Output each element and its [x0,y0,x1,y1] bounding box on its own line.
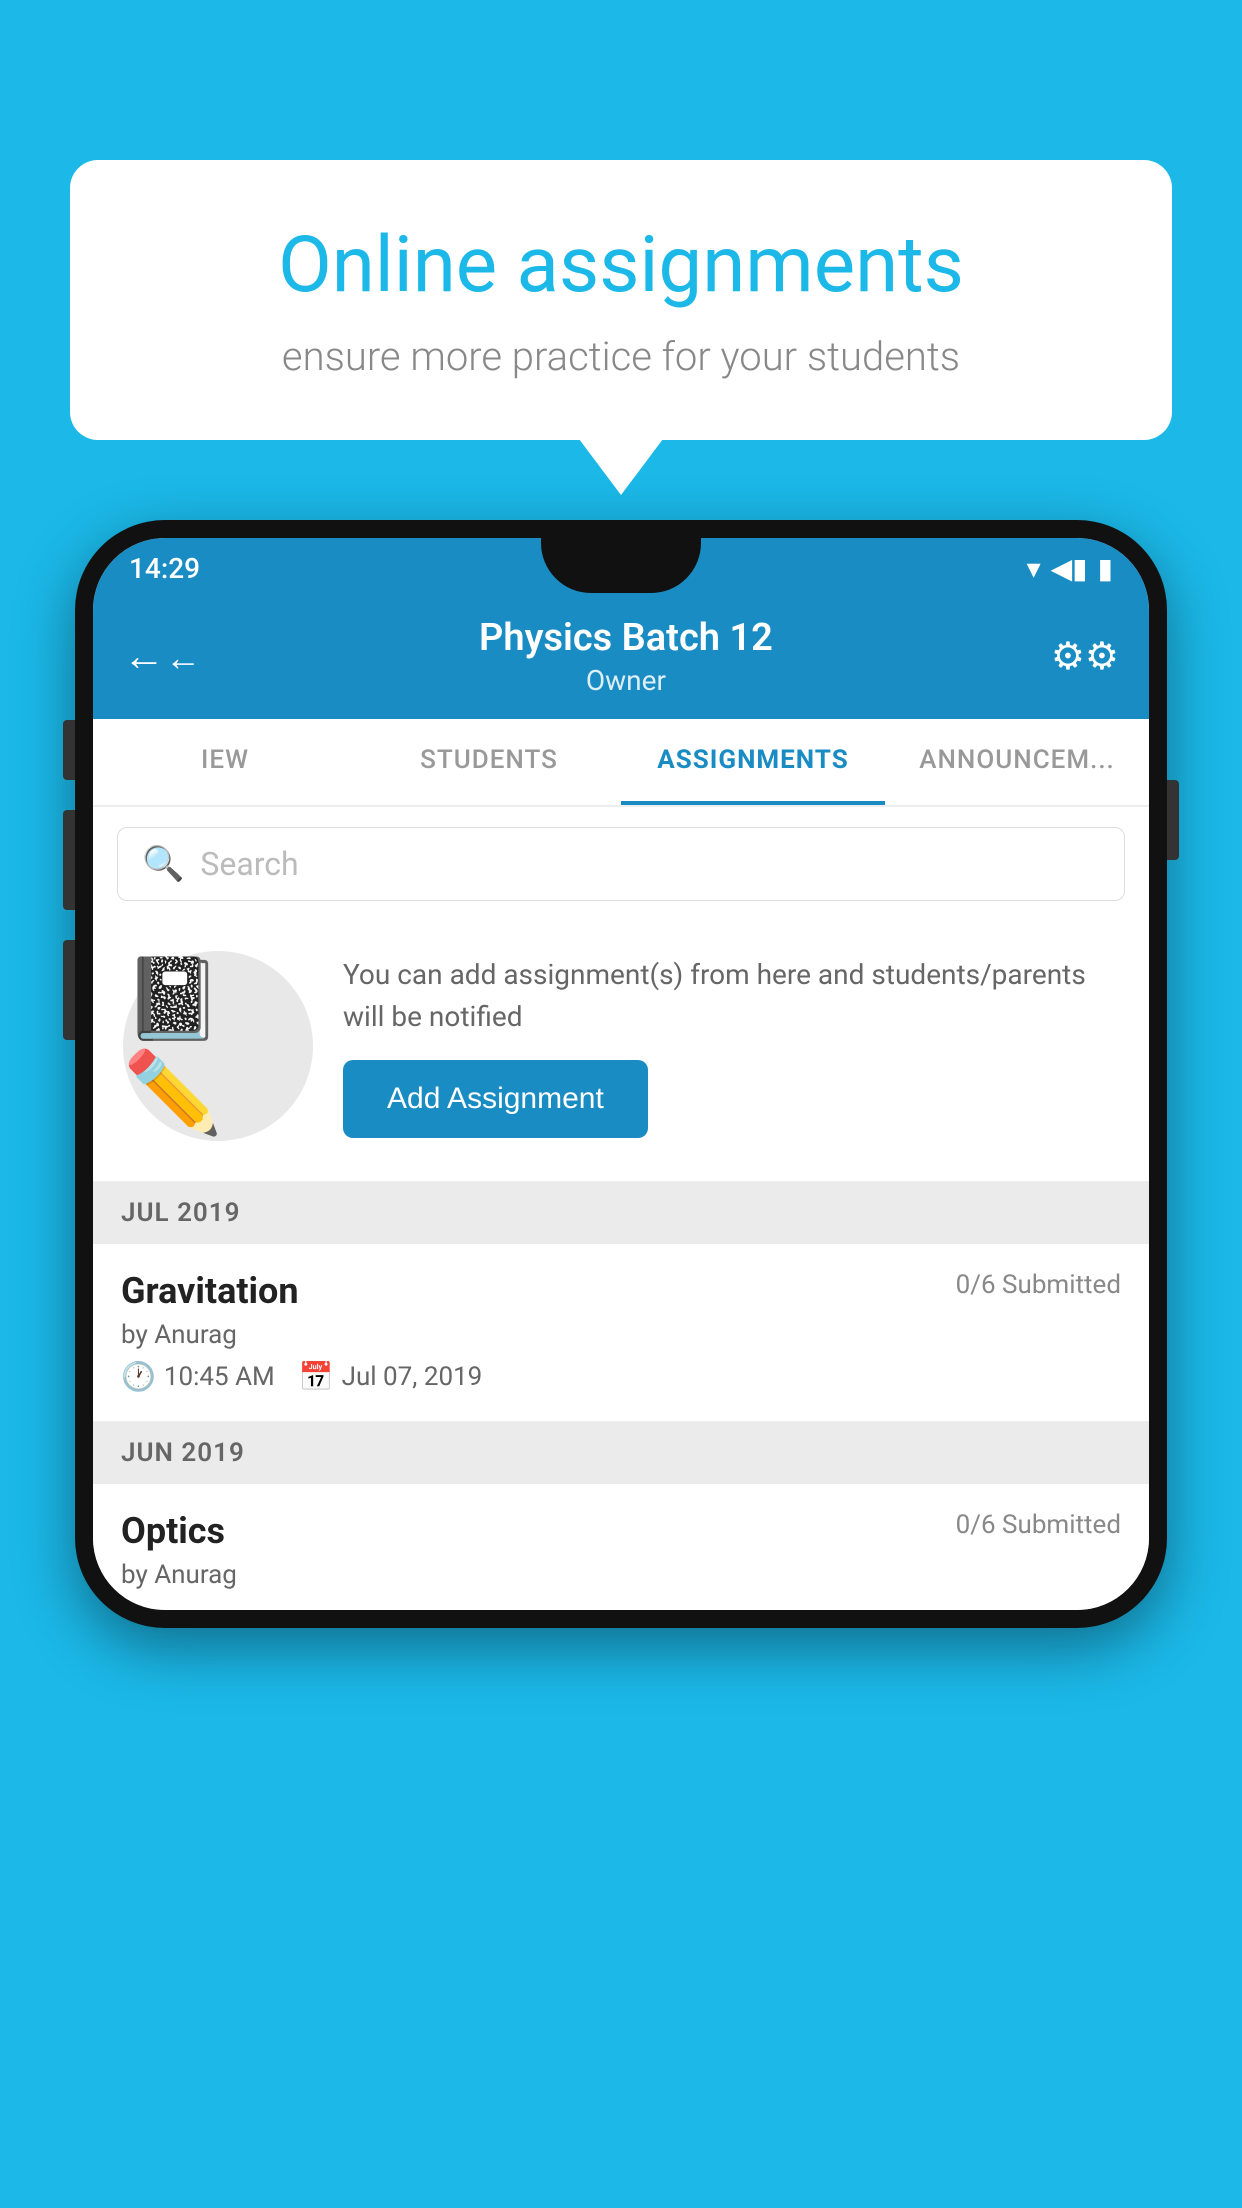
section-header-jul: JUL 2019 [93,1182,1149,1244]
battery-icon: ▮ [1098,552,1113,585]
phone-notch [541,538,701,593]
assignment-meta: 🕐 10:45 AM 📅 Jul 07, 2019 [121,1360,1121,1393]
assignment-top-optics: Optics 0/6 Submitted [121,1510,1121,1552]
bubble-subtitle: ensure more practice for your students [150,333,1092,380]
header-title-block: Physics Batch 12 Owner [479,616,773,697]
assignment-submitted: 0/6 Submitted [956,1270,1121,1300]
tab-announcements[interactable]: ANNOUNCEM... [885,719,1149,805]
promo-card: Online assignments ensure more practice … [70,160,1172,440]
assignment-time: 🕐 10:45 AM [121,1360,275,1393]
assignment-name-optics: Optics [121,1510,225,1552]
calendar-icon: 📅 [299,1360,334,1393]
assignment-top: Gravitation 0/6 Submitted [121,1270,1121,1312]
phone-side-right [1167,780,1179,860]
app-header: ← Physics Batch 12 Owner ⚙ [93,598,1149,719]
assignment-item-gravitation[interactable]: Gravitation 0/6 Submitted by Anurag 🕐 10… [93,1244,1149,1422]
tab-students[interactable]: STUDENTS [357,719,621,805]
assignment-item-optics[interactable]: Optics 0/6 Submitted by Anurag [93,1484,1149,1610]
assignment-submitted-optics: 0/6 Submitted [956,1510,1121,1540]
phone-side-left-2 [63,810,75,910]
search-input[interactable]: Search [200,845,298,883]
speech-bubble: Online assignments ensure more practice … [70,160,1172,440]
notebook-icon: 📓✏️ [123,952,313,1140]
phone-mockup: 14:29 ▾ ◀▮ ▮ ← Physics Batch 12 Owner ⚙ … [75,520,1167,1628]
empty-state-right: You can add assignment(s) from here and … [343,954,1119,1138]
add-assignment-button[interactable]: Add Assignment [343,1060,648,1138]
wifi-icon: ▾ [1027,552,1041,585]
empty-state-icon-circle: 📓✏️ [123,951,313,1141]
search-bar[interactable]: 🔍 Search [117,827,1125,901]
search-icon: 🔍 [142,844,184,884]
assignment-by-optics: by Anurag [121,1560,1121,1590]
settings-button[interactable]: ⚙ [1051,634,1119,679]
phone-side-left-3 [63,940,75,1040]
empty-state-description: You can add assignment(s) from here and … [343,954,1119,1038]
assignment-date: 📅 Jul 07, 2019 [299,1360,483,1393]
tab-assignments[interactable]: ASSIGNMENTS [621,719,885,805]
header-title: Physics Batch 12 [479,616,773,660]
assignment-time-value: 10:45 AM [164,1362,275,1392]
back-button[interactable]: ← [123,632,201,681]
phone-body: 14:29 ▾ ◀▮ ▮ ← Physics Batch 12 Owner ⚙ … [75,520,1167,1628]
clock-icon: 🕐 [121,1360,156,1393]
empty-state-section: 📓✏️ You can add assignment(s) from here … [93,921,1149,1182]
assignment-date-value: Jul 07, 2019 [342,1362,483,1392]
status-icons: ▾ ◀▮ ▮ [1027,552,1113,585]
bubble-title: Online assignments [150,220,1092,311]
search-container: 🔍 Search [93,807,1149,921]
tab-iew[interactable]: IEW [93,719,357,805]
assignment-by: by Anurag [121,1320,1121,1350]
section-header-jun: JUN 2019 [93,1422,1149,1484]
tabs-bar: IEW STUDENTS ASSIGNMENTS ANNOUNCEM... [93,719,1149,807]
phone-side-left-1 [63,720,75,780]
phone-screen: 14:29 ▾ ◀▮ ▮ ← Physics Batch 12 Owner ⚙ … [93,538,1149,1610]
assignment-name: Gravitation [121,1270,299,1312]
header-subtitle: Owner [479,664,773,697]
signal-icon: ◀▮ [1051,552,1088,585]
status-time: 14:29 [129,552,200,585]
